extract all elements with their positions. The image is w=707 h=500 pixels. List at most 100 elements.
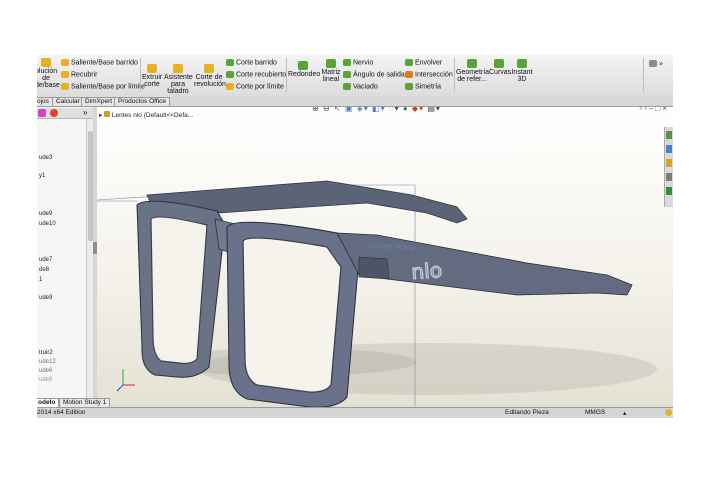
commandmanager-tabs: ojos Calcular DimXpert Productos Office	[37, 97, 673, 107]
lofted-cut-button[interactable]: Corte recubierto	[226, 71, 286, 79]
reference-geometry-button[interactable]: Geometría de refer...	[456, 59, 490, 83]
boundary-cut-button[interactable]: Corte por límite	[226, 83, 284, 91]
tree-item[interactable]: y1	[39, 173, 45, 179]
design-library-icon[interactable]	[666, 145, 672, 153]
tree-item[interactable]: ude6	[39, 368, 52, 374]
boundary-cut-icon	[226, 83, 234, 90]
swept-cut-button[interactable]: Corte barrido	[226, 59, 277, 67]
tree-item[interactable]: ude3	[39, 155, 52, 161]
curves-button[interactable]: Curvas	[489, 59, 512, 76]
linear-pattern-button[interactable]: Matriz lineal	[320, 59, 342, 83]
toolbox-icon	[649, 60, 657, 67]
tree-item[interactable]: ude10	[39, 221, 56, 227]
rib-label: Nervio	[353, 59, 374, 67]
wrap-button[interactable]: Envolver	[405, 59, 442, 67]
draft-label: Ángulo de salida	[353, 71, 405, 79]
fillet-icon	[298, 61, 308, 70]
rib-button[interactable]: Nervio	[343, 59, 373, 67]
revolve-label: olución de de/base	[37, 68, 60, 89]
revolved-cut-button[interactable]: Corte de revolución	[194, 64, 226, 88]
fillet-label: Redondeo	[288, 71, 321, 78]
units-selector[interactable]: MMGS	[585, 409, 605, 416]
panel-toolbar: »	[37, 108, 93, 119]
revolve-icon	[41, 58, 51, 67]
hole-wizard-button[interactable]: Asistente para taladro	[164, 64, 193, 95]
intersect-label: Intersección	[415, 71, 453, 79]
instant3d-button[interactable]: Instant 3D	[511, 59, 533, 83]
tab-ojos[interactable]: ojos	[37, 97, 53, 106]
tree-item[interactable]: de8	[39, 267, 49, 273]
wrap-label: Envolver	[415, 59, 443, 67]
draft-button[interactable]: Ángulo de salida	[343, 71, 405, 79]
fillet-button[interactable]: Redondeo	[288, 61, 321, 78]
left-lens	[150, 216, 208, 365]
loft-label: Recubrir	[71, 71, 98, 79]
revolve-boss-button[interactable]: olución de de/base	[37, 58, 60, 89]
appearances-icon[interactable]	[666, 187, 672, 195]
triad-z-axis	[116, 384, 124, 392]
tree-item[interactable]: ude9	[39, 295, 52, 301]
revolved-cut-label: Corte de revolución	[194, 74, 226, 88]
swept-boss-button[interactable]: Saliente/Base barrido	[61, 59, 138, 67]
lofted-cut-label: Corte recubierto	[236, 71, 287, 79]
rib-icon	[343, 59, 351, 66]
property-manager-icon[interactable]	[38, 109, 46, 117]
glasses-model: nlo Center Plane	[97, 180, 657, 407]
units-dropdown-icon[interactable]: ▴	[623, 409, 626, 417]
hinge	[358, 256, 390, 280]
right-lens	[242, 237, 342, 393]
boundary-cut-label: Corte por límite	[236, 83, 284, 91]
curves-label: Curvas	[489, 69, 512, 76]
swept-cut-icon	[226, 59, 234, 66]
status-bar: 2014 x64 Edition Editando Pieza MMGS ▴	[37, 407, 673, 418]
hole-wizard-label: Asistente para taladro	[164, 74, 193, 95]
tree-item[interactable]: ude9	[39, 211, 52, 217]
ribbon-separator	[140, 58, 141, 92]
loft-icon	[61, 71, 69, 78]
boundary-boss-label: Saliente/Base por límite	[71, 83, 145, 91]
extruded-cut-label: Extruir corte	[142, 74, 163, 88]
shell-label: Vaciado	[353, 83, 378, 91]
ribbon-separator	[454, 58, 455, 92]
tab-calcular[interactable]: Calcular	[52, 97, 84, 106]
linear-pattern-icon	[326, 59, 336, 68]
rebuild-icon[interactable]	[665, 409, 672, 416]
editing-status: Editando Pieza	[505, 409, 549, 416]
shell-icon	[343, 83, 351, 90]
resources-icon[interactable]	[666, 131, 672, 139]
solidworks-window: olución de de/base Saliente/Base barrido…	[37, 55, 673, 418]
file-explorer-icon[interactable]	[666, 159, 672, 167]
curves-icon	[494, 59, 504, 68]
extruded-cut-button[interactable]: Extruir corte	[142, 64, 162, 88]
intersect-icon	[405, 71, 413, 78]
lofted-cut-icon	[226, 71, 234, 78]
bottom-tabs: odelo Motion Study 1	[37, 398, 157, 408]
intersect-button[interactable]: Intersección	[405, 71, 453, 79]
wrap-icon	[405, 59, 413, 66]
mirror-button[interactable]: Simetría	[405, 83, 441, 91]
loft-button[interactable]: Recubrir	[61, 71, 97, 79]
boundary-boss-button[interactable]: Saliente/Base por límite	[61, 83, 145, 91]
swept-boss-label: Saliente/Base barrido	[71, 59, 138, 67]
view-palette-icon[interactable]	[666, 173, 672, 181]
feature-manager-panel: » ude3 y1 ude9 ude10 ude7 de8 1 ude9 tru…	[37, 107, 94, 407]
tab-dimxpert[interactable]: DimXpert	[81, 97, 117, 106]
reference-geometry-label: Geometría de refer...	[456, 69, 490, 83]
extruded-cut-icon	[147, 64, 157, 73]
commandmanager-ribbon: olución de de/base Saliente/Base barrido…	[37, 55, 673, 98]
panel-expand-icon[interactable]: »	[83, 108, 87, 117]
linear-pattern-label: Matriz lineal	[321, 69, 341, 83]
tree-item[interactable]: 1	[39, 277, 42, 283]
mirror-icon	[405, 83, 413, 90]
appearance-icon[interactable]	[50, 109, 58, 117]
graphics-area[interactable]: ▸ Lentes nlo (Default<<Defa... ⊕ ⊖ ↖ ▣ ◈…	[97, 107, 673, 407]
swept-icon	[61, 59, 69, 66]
tree-item[interactable]: ude12	[39, 359, 56, 365]
shell-button[interactable]: Vaciado	[343, 83, 378, 91]
tree-item[interactable]: ude8	[39, 377, 52, 383]
tab-productos-office[interactable]: Productos Office	[114, 97, 170, 106]
instant3d-icon	[517, 59, 527, 68]
ribbon-overflow-button[interactable]: »	[649, 60, 663, 68]
tree-item[interactable]: ude7	[39, 257, 52, 263]
tree-item[interactable]: truir2	[39, 350, 53, 356]
